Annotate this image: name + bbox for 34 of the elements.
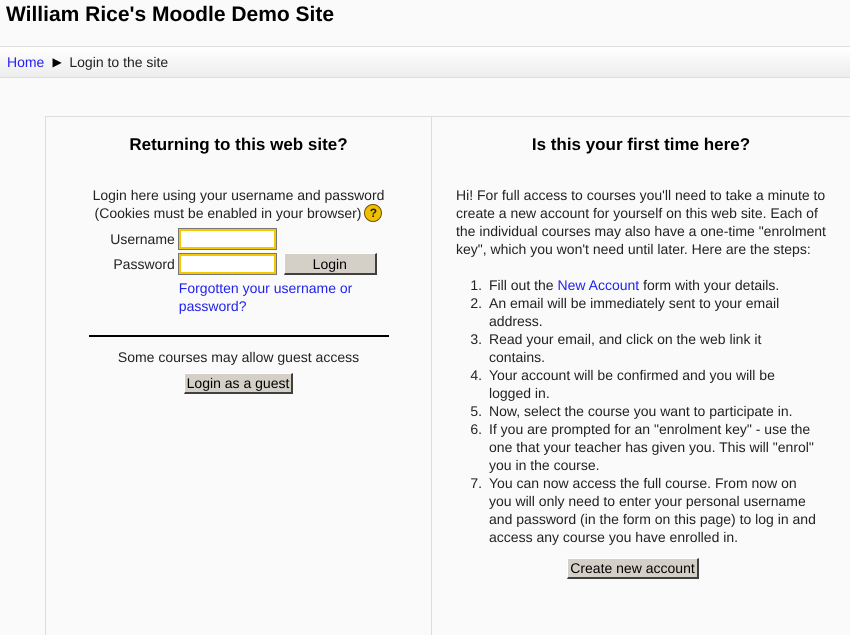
password-label: Password	[112, 255, 175, 273]
step-number: 1.	[469, 276, 483, 294]
cookies-note: (Cookies must be enabled in your browser)	[94, 204, 362, 222]
password-field[interactable]	[178, 254, 276, 274]
step-text: Now, select the course you want to participate in.	[489, 402, 792, 420]
step-number: 5.	[469, 402, 483, 420]
guest-access-note: Some courses may allow guest access	[118, 348, 360, 366]
create-account-button[interactable]: Create new account	[567, 558, 699, 579]
step-number: 4.	[469, 366, 483, 385]
login-button[interactable]: Login	[284, 253, 377, 275]
breadcrumb-current: Login to the site	[69, 52, 168, 72]
section-heading: Is this your first time here?	[530, 136, 752, 154]
signup-intro: Hi! For full access to courses you'll need to take a minute to create a new account for yourself on this web site. Each of the individual courses may also have a one-time "enrolment key", which you won't need until later. Here are the steps:	[456, 186, 826, 258]
step-text: Read your email, and click on the web link it contains.	[489, 330, 762, 366]
step-number: 3.	[469, 330, 483, 349]
step-number: 2.	[469, 294, 483, 313]
step-text: You can now access the full course. From now on you will only need to enter your personal username and password (in the form on this page) to log in and access any course you have enrolled in.	[489, 474, 816, 546]
step-number: 6.	[469, 420, 483, 439]
forgot-password-link[interactable]: Forgotten your username or password?	[178, 279, 369, 315]
step-text: An email will be immediately sent to your email address.	[489, 294, 780, 330]
new-account-link[interactable]: New Account	[557, 277, 640, 293]
breadcrumb-separator: ▶	[52, 54, 62, 71]
step-text: Your account will be confirmed and you will be logged in.	[489, 366, 776, 402]
step-text: If you are prompted for an "enrolment key" - use the one that your teacher has given you. This will "enrol" you in the course.	[489, 420, 815, 474]
step-text: Fill out the New Account form with your details.	[489, 276, 780, 294]
step-number: 7.	[469, 474, 483, 493]
guest-login-button[interactable]: Login as a guest	[184, 373, 294, 394]
site-title: William Rice's Moodle Demo Site	[5, 2, 336, 28]
home-link[interactable]: Home	[7, 52, 44, 72]
username-field[interactable]	[178, 229, 276, 249]
section-heading: Returning to this web site?	[129, 136, 348, 154]
username-label: Username	[110, 230, 175, 248]
login-instructions: Login here using your username and password	[92, 186, 384, 204]
help-icon[interactable]: ?	[364, 204, 382, 222]
